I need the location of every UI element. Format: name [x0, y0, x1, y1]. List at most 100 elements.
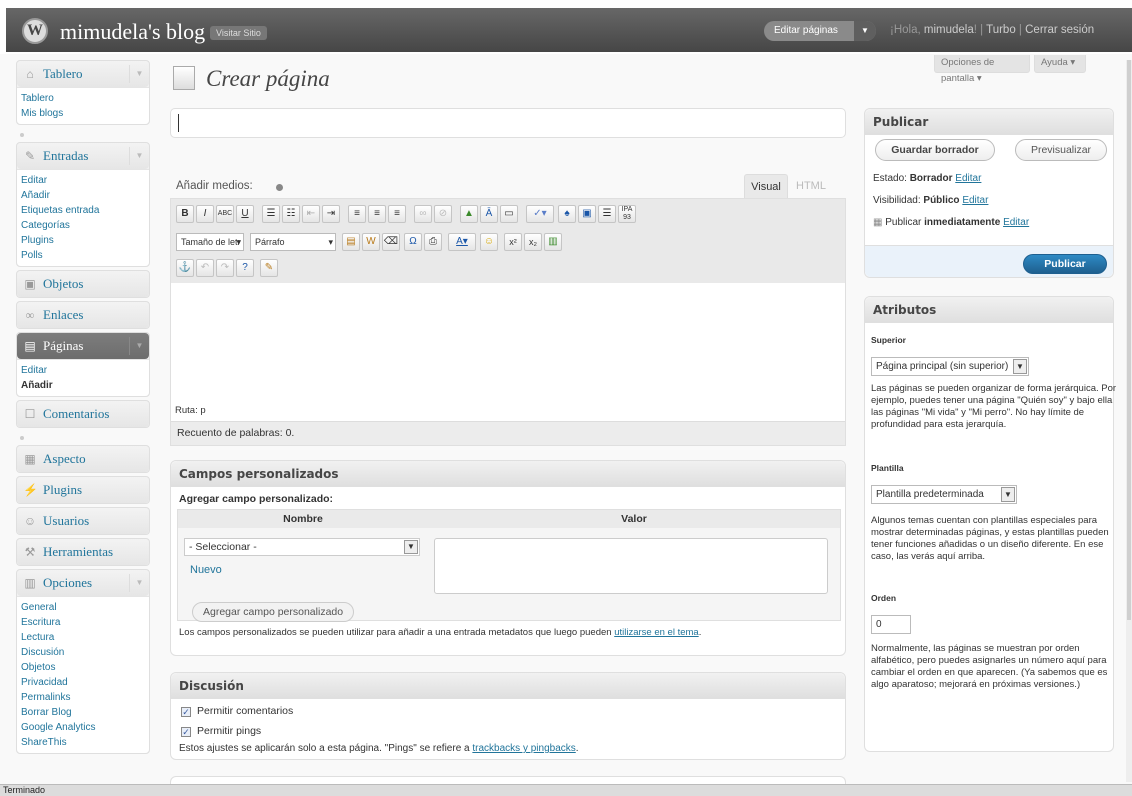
publish-title[interactable]: Publicar [865, 109, 1113, 135]
submenu-item[interactable]: Borrar Blog [17, 705, 149, 720]
page-title-input[interactable] [170, 108, 846, 138]
paste-word-icon[interactable]: W [362, 233, 380, 251]
screen-options-button[interactable]: Opciones de pantalla ▾ [934, 55, 1030, 84]
tab-html[interactable]: HTML [790, 174, 832, 198]
menu-pages-label[interactable]: Páginas [43, 338, 83, 353]
text-color-icon[interactable]: A▾ [448, 233, 476, 251]
format-select[interactable]: Párrafo [250, 233, 336, 251]
edit-schedule-link[interactable]: Editar [1003, 217, 1029, 228]
menu-links-label[interactable]: Enlaces [43, 307, 83, 322]
menu-media-header[interactable]: ▣ Objetos [17, 271, 149, 297]
menu-appearance-label[interactable]: Aspecto [43, 451, 86, 466]
trackbacks-link[interactable]: trackbacks y pingbacks [472, 743, 575, 754]
menu-users-header[interactable]: ☺ Usuarios [17, 508, 149, 534]
link-icon[interactable]: ∞ [414, 205, 432, 223]
turbo-link[interactable]: Turbo [986, 24, 1016, 36]
publish-button[interactable]: Publicar [1023, 254, 1107, 274]
submenu-item[interactable]: ShareThis [17, 735, 149, 750]
indent-icon[interactable]: ⇥ [322, 205, 340, 223]
chevron-down-icon[interactable]: ▼ [854, 21, 876, 41]
submenu-item[interactable]: Polls [17, 248, 149, 263]
menu-tools-label[interactable]: Herramientas [43, 544, 113, 559]
visit-site-button[interactable]: Visitar Sitio [210, 26, 267, 40]
screen-options-label[interactable]: Opciones de pantalla [941, 57, 994, 84]
submenu-item[interactable]: Tablero [17, 91, 149, 106]
menu-settings-header[interactable]: ▥ Opciones ▼ [17, 570, 149, 596]
submenu-item[interactable]: Editar [17, 363, 149, 378]
ipa-icon[interactable]: IPA 93 [618, 205, 636, 223]
toggle-toolbar-icon[interactable]: ☰ [598, 205, 616, 223]
chevron-down-icon[interactable]: ▼ [404, 540, 418, 554]
tab-visual[interactable]: Visual [744, 174, 788, 198]
menu-posts-label[interactable]: Entradas [43, 148, 88, 163]
font-size-select[interactable]: Tamaño de letr [176, 233, 244, 251]
chevron-down-icon[interactable]: ▼ [1013, 359, 1027, 374]
align-left-icon[interactable]: ≡ [348, 205, 366, 223]
menu-settings-label[interactable]: Opciones [43, 575, 92, 590]
edit-visibility-link[interactable]: Editar [962, 195, 988, 206]
underline-icon[interactable]: U [236, 205, 254, 223]
special-char-icon[interactable]: Ω [404, 233, 422, 251]
numbered-list-icon[interactable]: ☷ [282, 205, 300, 223]
menu-users-label[interactable]: Usuarios [43, 513, 89, 528]
fullscreen-icon[interactable]: ▣ [578, 205, 596, 223]
menu-dashboard-label[interactable]: Tablero [43, 66, 83, 81]
submenu-item[interactable]: Añadir [17, 188, 149, 203]
logout-link[interactable]: Cerrar sesión [1025, 24, 1094, 36]
submenu-item[interactable]: Plugins [17, 233, 149, 248]
parent-value[interactable]: Página principal (sin superior) [876, 361, 1008, 372]
subscript-icon[interactable]: x₂ [524, 233, 542, 251]
allow-pings-checkbox[interactable]: ✓ [181, 727, 191, 737]
submenu-item[interactable]: Permalinks [17, 690, 149, 705]
spell-dropdown-icon[interactable]: ✓▾ [526, 205, 554, 223]
anchor-icon[interactable]: ⚓ [176, 259, 194, 277]
username-link[interactable]: mimudela [924, 24, 974, 36]
menu-plugins-label[interactable]: Plugins [43, 482, 82, 497]
menu-comments-label[interactable]: Comentarios [43, 406, 109, 421]
favorite-action-label[interactable]: Editar páginas [774, 25, 838, 36]
menu-toggle-icon[interactable]: ▼ [129, 65, 149, 83]
insert-image-icon[interactable]: ▲ [460, 205, 478, 223]
chevron-down-icon[interactable]: ▼ [1001, 487, 1015, 502]
add-media-icon[interactable] [276, 184, 283, 191]
menu-posts-header[interactable]: ✎ Entradas ▼ [17, 143, 149, 169]
submenu-item[interactable]: Escritura [17, 615, 149, 630]
emoticon-icon[interactable]: ☺ [480, 233, 498, 251]
remove-format-icon[interactable]: ⌫ [382, 233, 400, 251]
menu-appearance-header[interactable]: ▦ Aspecto [17, 446, 149, 472]
edit-html-icon[interactable]: ✎ [260, 259, 278, 277]
strikethrough-icon[interactable]: ABC [216, 205, 234, 223]
submenu-item[interactable]: Discusión [17, 645, 149, 660]
menu-toggle-icon[interactable]: ▼ [129, 337, 149, 355]
submenu-item-current[interactable]: Añadir [17, 378, 149, 393]
find-icon[interactable]: ♠ [558, 205, 576, 223]
submenu-item[interactable]: Google Analytics [17, 720, 149, 735]
preview-button[interactable]: Previsualizar [1015, 139, 1107, 161]
custom-fields-title[interactable]: Campos personalizados [171, 461, 845, 487]
submenu-item[interactable]: Objetos [17, 660, 149, 675]
redo-icon[interactable]: ↷ [216, 259, 234, 277]
submenu-item[interactable]: Mis blogs [17, 106, 149, 121]
bold-icon[interactable]: B [176, 205, 194, 223]
submenu-item[interactable]: General [17, 600, 149, 615]
help-button[interactable]: Ayuda ▾ [1034, 55, 1086, 73]
menu-media-label[interactable]: Objetos [43, 276, 83, 291]
discussion-title[interactable]: Discusión [171, 673, 845, 699]
template-value[interactable]: Plantilla predeterminada [876, 489, 984, 500]
parent-select[interactable]: Página principal (sin superior) ▼ [871, 357, 1029, 376]
menu-comments-header[interactable]: ☐ Comentarios [17, 401, 149, 427]
attributes-title[interactable]: Atributos [865, 297, 1113, 323]
menu-plugins-header[interactable]: ⚡ Plugins [17, 477, 149, 503]
menu-links-header[interactable]: ∞ Enlaces [17, 302, 149, 328]
new-field-link[interactable]: Nuevo [190, 564, 222, 576]
submenu-item[interactable]: Etiquetas entrada [17, 203, 149, 218]
edit-status-link[interactable]: Editar [955, 173, 981, 184]
template-select[interactable]: Plantilla predeterminada ▼ [871, 485, 1017, 504]
custom-field-value-input[interactable] [434, 538, 828, 594]
undo-icon[interactable]: ↶ [196, 259, 214, 277]
submenu-item[interactable]: Editar [17, 173, 149, 188]
submenu-item[interactable]: Privacidad [17, 675, 149, 690]
superscript-icon[interactable]: x² [504, 233, 522, 251]
menu-toggle-icon[interactable]: ▼ [129, 147, 149, 165]
add-custom-field-button[interactable]: Agregar campo personalizado [192, 602, 355, 622]
